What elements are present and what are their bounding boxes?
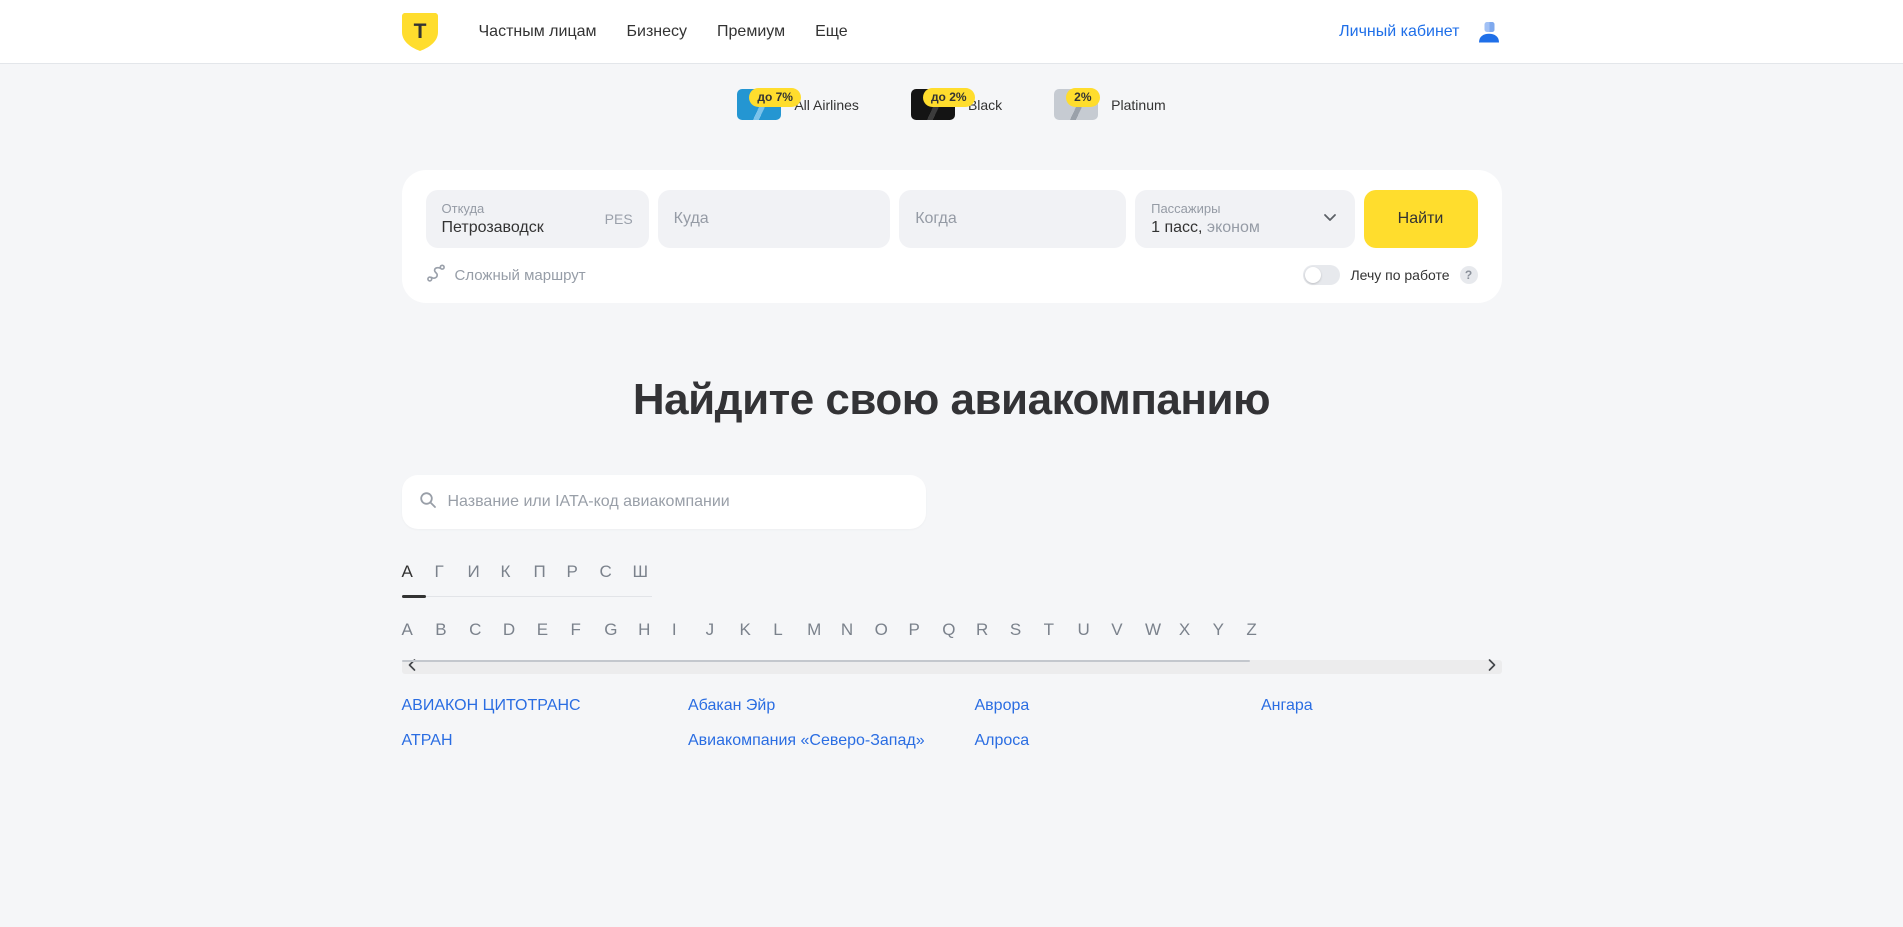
letter-tab-I[interactable]: I bbox=[672, 620, 706, 640]
account-link[interactable]: Личный кабинет bbox=[1339, 23, 1459, 41]
destination-placeholder: Куда bbox=[674, 210, 709, 228]
chevron-down-icon bbox=[1321, 208, 1339, 231]
airline-link[interactable]: Аврора bbox=[975, 696, 1262, 716]
letter-tab-T[interactable]: T bbox=[1044, 620, 1078, 640]
origin-field[interactable]: Откуда Петрозаводск PES bbox=[426, 190, 649, 248]
top-nav-bar: T Частным лицам Бизнесу Премиум Еще Личный … bbox=[0, 0, 1903, 64]
letter-tab-P[interactable]: P bbox=[908, 620, 942, 640]
date-field[interactable]: Когда bbox=[899, 190, 1126, 248]
cashback-card-item: до 7%All Airlines bbox=[737, 84, 859, 120]
destination-field[interactable]: Куда bbox=[658, 190, 891, 248]
letter-tab-D[interactable]: D bbox=[503, 620, 537, 640]
letter-tab-S[interactable]: S bbox=[1010, 620, 1044, 640]
letter-tab-К[interactable]: К bbox=[501, 562, 534, 582]
complex-route-label: Сложный маршрут bbox=[455, 267, 586, 284]
nav-item-4[interactable]: Еще bbox=[815, 23, 848, 41]
origin-label: Откуда bbox=[442, 201, 597, 216]
letter-tab-Г[interactable]: Г bbox=[435, 562, 468, 582]
letter-tab-H[interactable]: H bbox=[638, 620, 672, 640]
nav-item-1[interactable]: Частным лицам bbox=[479, 23, 597, 41]
cashback-card-item: до 2%Black bbox=[911, 84, 1002, 120]
search-icon bbox=[419, 491, 437, 514]
letter-tab-С[interactable]: С bbox=[600, 562, 633, 582]
mini-card-wrap: 2% bbox=[1054, 89, 1098, 120]
mini-card-wrap: до 2% bbox=[911, 89, 955, 120]
letter-tab-Q[interactable]: Q bbox=[942, 620, 976, 640]
airlines-grid: АВИАКОН ЦИТОТРАНСАбакан ЭйрАврораАнгараА… bbox=[402, 696, 1502, 751]
passengers-value: 1 пасс, эконом bbox=[1151, 219, 1314, 237]
route-icon bbox=[426, 263, 446, 287]
page-title: Найдите свою авиакомпанию bbox=[0, 375, 1903, 425]
letter-tab-А[interactable]: А bbox=[402, 562, 435, 582]
letter-tab-Z[interactable]: Z bbox=[1246, 620, 1280, 640]
letter-tab-U[interactable]: U bbox=[1077, 620, 1111, 640]
letter-tab-O[interactable]: O bbox=[875, 620, 909, 640]
airline-link[interactable]: Алроса bbox=[975, 731, 1262, 751]
letter-tab-Р[interactable]: Р bbox=[567, 562, 600, 582]
letter-tab-П[interactable]: П bbox=[534, 562, 567, 582]
letter-tab-L[interactable]: L bbox=[773, 620, 807, 640]
main-nav: Частным лицам Бизнесу Премиум Еще bbox=[479, 23, 848, 41]
letter-tab-W[interactable]: W bbox=[1145, 620, 1179, 640]
letter-tabs-track bbox=[402, 594, 652, 597]
letter-tab-Y[interactable]: Y bbox=[1213, 620, 1247, 640]
letter-tab-J[interactable]: J bbox=[706, 620, 740, 640]
card-name-label: Platinum bbox=[1111, 97, 1165, 113]
date-placeholder: Когда bbox=[915, 210, 957, 228]
nav-item-3[interactable]: Премиум bbox=[717, 23, 785, 41]
airline-link[interactable]: АВИАКОН ЦИТОТРАНС bbox=[402, 696, 689, 716]
airline-link[interactable]: Абакан Эйр bbox=[688, 696, 975, 716]
letter-tab-C[interactable]: C bbox=[469, 620, 503, 640]
work-trip-label: Лечу по работе bbox=[1350, 267, 1449, 283]
cyrillic-letter-tabs: АГИКПРСШ bbox=[402, 562, 1502, 582]
work-trip-toggle[interactable] bbox=[1303, 265, 1340, 285]
airline-search-input[interactable] bbox=[448, 493, 909, 511]
toggle-knob bbox=[1305, 267, 1321, 283]
cards-banner: до 7%All Airlinesдо 2%Black2%Platinum bbox=[0, 84, 1903, 124]
airline-link[interactable]: АТРАН bbox=[402, 731, 689, 751]
origin-airport-code: PES bbox=[605, 211, 633, 227]
letter-tab-B[interactable]: B bbox=[435, 620, 469, 640]
flight-search-form: Откуда Петрозаводск PES Куда Когда Пасса… bbox=[402, 170, 1502, 303]
letter-tab-M[interactable]: M bbox=[807, 620, 841, 640]
letter-tab-N[interactable]: N bbox=[841, 620, 875, 640]
letter-tab-F[interactable]: F bbox=[570, 620, 604, 640]
user-icon[interactable] bbox=[1476, 19, 1502, 45]
horizontal-scrollbar[interactable] bbox=[402, 660, 1502, 674]
svg-text:T: T bbox=[413, 20, 426, 43]
tbank-logo-icon[interactable]: T bbox=[402, 13, 438, 51]
help-icon[interactable]: ? bbox=[1460, 266, 1478, 284]
letter-tab-И[interactable]: И bbox=[468, 562, 501, 582]
airline-link[interactable]: Авиакомпания «Северо-Запад» bbox=[688, 731, 975, 751]
nav-item-2[interactable]: Бизнесу bbox=[627, 23, 688, 41]
scroll-right-icon[interactable] bbox=[1487, 658, 1497, 677]
letter-tab-E[interactable]: E bbox=[537, 620, 571, 640]
search-flights-button[interactable]: Найти bbox=[1364, 190, 1478, 248]
card-name-label: All Airlines bbox=[794, 97, 859, 113]
letter-tab-indicator bbox=[402, 595, 426, 598]
passengers-field[interactable]: Пассажиры 1 пасс, эконом bbox=[1135, 190, 1354, 248]
scrollbar-thumb[interactable] bbox=[402, 660, 1250, 662]
mini-card-wrap: до 7% bbox=[737, 89, 781, 120]
cashback-badge: 2% bbox=[1066, 88, 1099, 107]
cashback-card-item: 2% Platinum bbox=[1054, 84, 1165, 120]
letter-tab-G[interactable]: G bbox=[604, 620, 638, 640]
airline-link[interactable]: Ангара bbox=[1261, 696, 1548, 716]
letter-tab-V[interactable]: V bbox=[1111, 620, 1145, 640]
letter-tab-X[interactable]: X bbox=[1179, 620, 1213, 640]
letter-tab-A[interactable]: A bbox=[402, 620, 436, 640]
latin-letter-tabs: ABCDEFGHIJKLMNOPQRSTUVWXYZ bbox=[402, 620, 1502, 640]
cashback-badge: до 7% bbox=[749, 88, 801, 107]
passengers-label: Пассажиры bbox=[1151, 201, 1314, 216]
complex-route-link[interactable]: Сложный маршрут bbox=[426, 263, 586, 287]
cashback-badge: до 2% bbox=[923, 88, 975, 107]
airline-search-box bbox=[402, 475, 926, 529]
origin-value: Петрозаводск bbox=[442, 219, 597, 237]
letter-tab-K[interactable]: K bbox=[739, 620, 773, 640]
letter-tab-R[interactable]: R bbox=[976, 620, 1010, 640]
letter-tab-Ш[interactable]: Ш bbox=[633, 562, 666, 582]
